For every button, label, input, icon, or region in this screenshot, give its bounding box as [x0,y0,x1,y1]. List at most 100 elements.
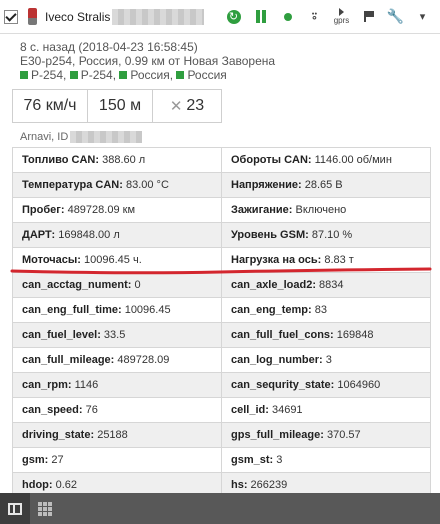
param-value: 0 [131,279,141,291]
param-cell: gsm_st: 3 [221,447,431,473]
sensor-button[interactable]: ⍤ [301,5,328,29]
gprs-button[interactable]: gprs [328,5,355,29]
road-marker-icon [20,71,28,79]
param-value: 169848.00 л [55,229,120,241]
unit-name[interactable]: Iveco Stralis [45,10,110,24]
param-cell: can_fuel_level: 33.5 [12,322,222,348]
road-item: Россия, [130,68,174,82]
param-name: Зажигание: [231,204,293,216]
param-cell: gps_full_mileage: 370.57 [221,422,431,448]
param-name: can_axle_load2: [231,279,316,291]
param-name: cell_id: [231,404,269,416]
refresh-button[interactable]: ↻ [220,5,247,29]
gprs-label: gprs [333,16,350,25]
param-name: can_speed: [22,404,83,416]
satellite-icon: ✕ [169,97,183,115]
param-name: Топливо CAN: [22,154,100,166]
road-marker-icon [176,71,185,79]
param-name: driving_state: [22,429,95,441]
param-value: 489728.09 [114,354,170,366]
device-label: Arnavi, ID [20,131,69,143]
param-value: Включено [292,204,347,216]
param-value: 489728.09 км [64,204,136,216]
table-row: can_speed: 76 cell_id: 34691 [12,397,431,423]
param-name: can_rpm: [22,379,72,391]
table-row: Топливо CAN: 388.60 л Обороты CAN: 1146.0… [12,147,431,173]
param-value: 1146 [71,379,99,391]
bottom-toolbar [0,493,440,524]
param-value: 3 [322,354,332,366]
road-marker-icon [119,71,128,79]
param-value: 25188 [94,429,128,441]
param-value: 10096.45 [121,304,171,316]
param-cell: can_eng_temp: 83 [221,297,431,323]
altitude-stat: 150 м [88,90,153,122]
param-name: Уровень GSM: [231,229,309,241]
panel-tab[interactable] [0,493,30,524]
param-name: Нагрузка на ось: [231,254,322,266]
pause-icon [255,10,266,23]
param-value: 8834 [316,279,344,291]
param-cell: can_eng_full_time: 10096.45 [12,297,222,323]
gprs-icon: gprs [333,8,350,25]
settings-button[interactable]: 🔧 [382,5,409,29]
param-name: gsm: [22,454,49,466]
param-cell: can_log_number: 3 [221,347,431,373]
highlight-underline [10,267,432,275]
status-button[interactable] [274,5,301,29]
pause-button[interactable] [247,5,274,29]
table-row: can_eng_full_time: 10096.45 can_eng_temp:… [12,297,431,323]
param-cell: can_speed: 76 [12,397,222,423]
road-item: Россия [187,68,227,82]
device-line: Arnavi, ID [20,131,143,143]
param-value: 27 [48,454,64,466]
param-value: 76 [82,404,98,416]
last-message-time: 8 с. назад (2018-04-23 16:58:45) [20,40,198,54]
stats-bar: 76 км/ч 150 м ✕ 23 [12,89,222,123]
redacted-device-id [70,131,143,143]
param-cell: can_rpm: 1146 [12,372,222,398]
param-name: hdop: [22,479,53,491]
chevron-down-icon: ▾ [419,10,426,23]
more-button[interactable]: ▾ [409,5,436,29]
satellites-count: 23 [186,97,205,114]
param-cell: can_sequrity_state: 1064960 [221,372,431,398]
param-cell: can_full_mileage: 489728.09 [12,347,222,373]
param-cell: Температура CAN: 83.00 °C [12,172,222,198]
status-dot-icon [283,12,292,21]
road-marker-icon [69,71,78,79]
param-name: ДАРТ: [22,229,56,241]
param-value: 1146.00 об/мин [311,154,392,166]
redacted-plate [112,8,205,25]
param-name: Моточасы: [22,254,81,266]
table-row: can_acctag_nument: 0 can_axle_load2: 8834 [12,272,431,298]
param-name: Температура CAN: [22,179,123,191]
param-cell: gsm: 27 [12,447,222,473]
param-name: Пробег: [22,204,65,216]
param-name: can_fuel_level: [22,329,101,341]
param-cell: Уровень GSM: 87.10 % [221,222,431,248]
param-value: 33.5 [100,329,126,341]
table-row: ДАРТ: 169848.00 л Уровень GSM: 87.10 % [12,222,431,248]
param-name: can_full_fuel_cons: [231,329,334,341]
param-cell: Зажигание: Включено [221,197,431,223]
param-value: 10096.45 ч. [80,254,142,266]
wrench-icon: 🔧 [386,8,405,25]
flag-button[interactable] [355,5,382,29]
speed-stat: 76 км/ч [13,90,88,122]
param-cell: Пробег: 489728.09 км [12,197,222,223]
param-cell: hs: 266239 [221,472,431,493]
param-value: 0.62 [52,479,78,491]
param-cell: Топливо CAN: 388.60 л [12,147,222,173]
refresh-icon: ↻ [226,9,241,24]
param-name: gps_full_mileage: [231,429,324,441]
select-unit-checkbox[interactable] [4,9,18,24]
param-name: gsm_st: [231,454,274,466]
grid-tab[interactable] [30,493,60,524]
param-name: can_sequrity_state: [231,379,335,391]
table-row: gsm: 27 gsm_st: 3 [12,447,431,473]
param-cell: can_acctag_nument: 0 [12,272,222,298]
unit-header: Iveco Stralis ↻ ⍤ gprs 🔧 ▾ [0,0,440,34]
param-name: can_eng_temp: [231,304,312,316]
param-cell: can_axle_load2: 8834 [221,272,431,298]
